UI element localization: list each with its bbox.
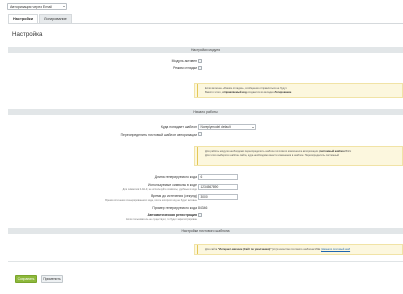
debug-note: Если включен «Режим отладки», сообщения … bbox=[194, 83, 403, 98]
auth-method-select[interactable]: Авторизация через Email bbox=[7, 3, 67, 10]
chevron-down-icon bbox=[251, 127, 254, 128]
code-length-input[interactable]: 6 bbox=[198, 174, 238, 180]
chars-hint: Для символов 0-9A-Z, не используйте симв… bbox=[122, 188, 197, 191]
top-bar: Авторизация через Email bbox=[0, 0, 403, 14]
footer-bar: Сохранить Применить bbox=[8, 261, 403, 294]
mail-template-link[interactable]: (Немного почтовый шаб bbox=[321, 248, 350, 251]
lifetime-label: Время до истечения (секунд) bbox=[151, 194, 197, 198]
chevron-down-icon bbox=[62, 6, 65, 8]
mail-template-value: Noreplymodel default bbox=[200, 125, 231, 129]
debug-mode-checkbox[interactable] bbox=[198, 66, 202, 70]
example-code-value: 84346 bbox=[198, 206, 208, 210]
lifetime-input[interactable]: 3000 bbox=[198, 194, 238, 200]
settings-panel: Настройка Настройки модуля Модуль активе… bbox=[8, 23, 403, 261]
debug-note-line2: Вместо этого, отправляемый код создаются… bbox=[205, 90, 292, 94]
autoreg-label: Автоматическая регистрация bbox=[147, 213, 197, 217]
override-template-checkbox[interactable] bbox=[198, 132, 202, 136]
debug-mode-label: Режим отладки bbox=[173, 66, 197, 70]
autoreg-checkbox[interactable] bbox=[198, 213, 202, 217]
auth-method-value: Авторизация через Email bbox=[10, 5, 52, 9]
override-note: Для работы модуля необходимо переопредел… bbox=[194, 146, 403, 166]
section-header-start: Начало работы bbox=[8, 109, 403, 115]
mail-template-note-text: Для сайта "Интернет-магазин (Сайт по умо… bbox=[205, 248, 351, 251]
note-accent-bar bbox=[197, 147, 198, 165]
note-accent-bar bbox=[197, 84, 198, 97]
mail-template-label: Куда попадает шаблон bbox=[160, 125, 197, 129]
autoreg-hint: Если пользователь не существует, то буде… bbox=[126, 218, 197, 221]
mail-template-select[interactable]: Noreplymodel default bbox=[198, 124, 256, 130]
lifetime-hint: Время истечения сгенерированного кода, п… bbox=[105, 199, 197, 202]
example-code-label: Пример генерируемого кода bbox=[152, 206, 197, 210]
apply-button[interactable]: Применить bbox=[41, 275, 63, 283]
mail-template-note: Для сайта "Интернет-магазин (Сайт по умо… bbox=[194, 244, 403, 255]
section-header-module: Настройки модуля bbox=[8, 47, 403, 53]
save-button[interactable]: Сохранить bbox=[15, 275, 37, 283]
tab-logging[interactable]: Логирование bbox=[39, 14, 72, 23]
page-title: Настройка bbox=[12, 31, 43, 38]
module-enabled-checkbox[interactable] bbox=[198, 59, 202, 63]
tab-bar: Настройки Логирование bbox=[8, 14, 73, 23]
tab-settings[interactable]: Настройки bbox=[8, 14, 39, 23]
module-enabled-label: Модуль активен bbox=[171, 59, 197, 63]
override-template-label: Переопределить почтовый шаблон авторизац… bbox=[120, 133, 197, 137]
chars-label: Используемые символы в коде bbox=[148, 183, 197, 187]
section-header-mail: Настройки почтового шаблона bbox=[8, 228, 403, 234]
code-length-label: Длина генерируемого кода bbox=[154, 175, 197, 179]
override-note-line2: Для этого выберите шаблон сайта, куда не… bbox=[205, 153, 339, 157]
chars-input[interactable]: 1234567890 bbox=[198, 184, 238, 190]
note-accent-bar bbox=[197, 245, 198, 254]
